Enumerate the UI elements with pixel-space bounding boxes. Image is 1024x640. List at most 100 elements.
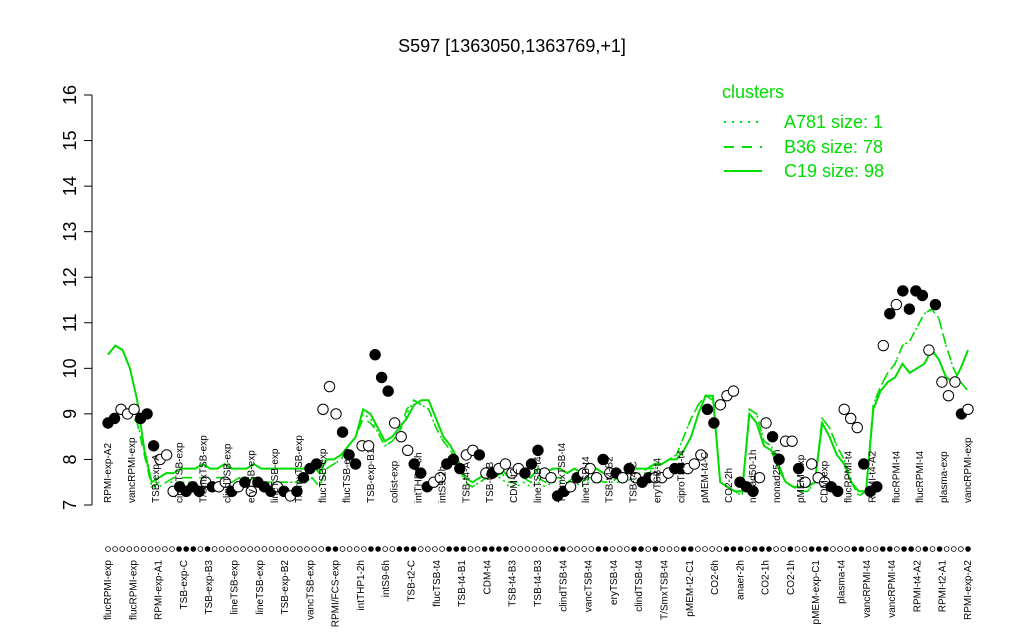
rug-mark bbox=[240, 546, 246, 552]
rug-mark bbox=[531, 546, 538, 552]
rug-mark bbox=[318, 546, 325, 552]
rug-mark bbox=[375, 546, 381, 552]
rug-mark bbox=[524, 546, 531, 552]
y-tick-label: 9 bbox=[60, 409, 80, 419]
rug-mark bbox=[879, 546, 886, 552]
rug-mark bbox=[446, 546, 452, 552]
rug-mark bbox=[851, 546, 858, 552]
rug-mark bbox=[439, 546, 445, 552]
data-point bbox=[532, 444, 544, 457]
rug-mark bbox=[844, 546, 850, 552]
rug-mark bbox=[865, 546, 872, 552]
top-label: intTHP1-6h bbox=[414, 452, 425, 503]
data-point bbox=[760, 417, 772, 429]
rug-mark bbox=[560, 546, 566, 552]
rug-mark bbox=[894, 546, 900, 552]
data-point bbox=[845, 412, 857, 425]
y-tick-label: 8 bbox=[60, 454, 80, 464]
data-point bbox=[688, 458, 701, 470]
rug-mark bbox=[872, 546, 879, 552]
bottom-label: intTHP1-2h bbox=[356, 560, 367, 611]
data-point bbox=[884, 307, 896, 320]
bottom-label: pMEM-t2-C1 bbox=[685, 560, 696, 617]
top-label: plasma-exp bbox=[939, 451, 950, 503]
rug-mark bbox=[759, 546, 765, 552]
y-tick-label: 11 bbox=[60, 313, 80, 332]
rug-mark bbox=[616, 546, 623, 552]
top-label: flucTSB-exp bbox=[318, 448, 329, 503]
rug-mark bbox=[183, 546, 189, 552]
bottom-labels: flucRPMI-exp flucRPMI-exp RPMI-exp-A1 TSB-e… bbox=[103, 560, 974, 628]
rug-mark bbox=[361, 546, 367, 552]
rug-mark bbox=[432, 546, 438, 552]
data-point bbox=[616, 471, 629, 484]
rug-mark bbox=[147, 546, 154, 552]
rug-mark bbox=[474, 546, 481, 552]
rug-mark bbox=[659, 546, 666, 552]
top-label: TSB-t4-A bbox=[461, 462, 472, 503]
top-label: T/SmxTSB-exp bbox=[199, 435, 210, 503]
rug-mark bbox=[304, 546, 310, 552]
rug-mark bbox=[950, 546, 957, 552]
rug-mark bbox=[353, 546, 360, 552]
bottom-label: vancRPMI-t4 bbox=[887, 560, 898, 618]
rug-mark bbox=[346, 546, 353, 552]
rug-mark bbox=[204, 546, 211, 552]
rug-mark bbox=[723, 546, 730, 552]
data-point bbox=[330, 408, 342, 420]
data-point bbox=[903, 303, 916, 315]
rug-mark bbox=[297, 546, 303, 552]
rug-mark bbox=[943, 546, 950, 552]
rug-mark bbox=[403, 546, 410, 552]
rug-mark bbox=[410, 546, 417, 552]
y-tick-label: 7 bbox=[60, 500, 80, 510]
rug-mark bbox=[289, 546, 296, 552]
data-point bbox=[388, 417, 401, 429]
top-label: flucRPMI-t4 bbox=[915, 450, 926, 503]
bottom-label: TSB-t4-B1 bbox=[457, 560, 468, 607]
rug-mark bbox=[631, 546, 637, 552]
rug-mark bbox=[837, 546, 843, 552]
bottom-label: vancTSB-t4 bbox=[584, 560, 595, 613]
bottom-label: intS9-6h bbox=[381, 560, 392, 597]
rug-mark bbox=[176, 546, 182, 552]
rug-mark bbox=[460, 546, 467, 552]
rug-mark bbox=[389, 546, 396, 552]
rug-mark bbox=[936, 546, 943, 552]
rug-mark bbox=[489, 546, 495, 552]
top-label: T/SmxTSB-exp bbox=[294, 435, 305, 503]
rug-mark bbox=[517, 546, 524, 552]
rug-mark bbox=[254, 546, 261, 552]
top-label: clindTSB-exp bbox=[222, 443, 233, 503]
data-point bbox=[473, 449, 486, 461]
rug-mark bbox=[908, 546, 914, 552]
top-label: lineTSB-t4 bbox=[533, 456, 544, 503]
rug-mark bbox=[680, 546, 687, 552]
data-point bbox=[890, 298, 903, 311]
data-point bbox=[962, 403, 974, 416]
rug-mark bbox=[673, 546, 680, 552]
legend-label-a781: A781 size: 1 bbox=[784, 112, 883, 132]
rug-mark bbox=[382, 546, 388, 552]
bottom-label: pMEM-exp-C1 bbox=[811, 560, 822, 625]
y-tick-label: 10 bbox=[60, 358, 80, 378]
rug-mark bbox=[510, 546, 516, 552]
y-tick-label: 13 bbox=[60, 222, 80, 242]
rug-mark bbox=[887, 546, 893, 552]
rug-mark bbox=[773, 546, 779, 552]
rug-mark bbox=[737, 546, 744, 552]
rug-mark bbox=[815, 546, 822, 552]
data-point bbox=[727, 385, 740, 397]
y-tick-label: 15 bbox=[60, 131, 80, 151]
data-point bbox=[590, 471, 603, 484]
rug-mark bbox=[588, 546, 595, 552]
data-point bbox=[851, 421, 863, 434]
rug-mark bbox=[965, 546, 971, 552]
rug-mark bbox=[638, 546, 644, 552]
rug-mark bbox=[688, 546, 694, 552]
rug-mark bbox=[417, 546, 424, 552]
data-point bbox=[877, 339, 890, 352]
top-label: vancRPMI-exp bbox=[127, 437, 138, 503]
bottom-label: anaer-2h bbox=[735, 560, 746, 600]
rug-marks bbox=[105, 546, 971, 552]
